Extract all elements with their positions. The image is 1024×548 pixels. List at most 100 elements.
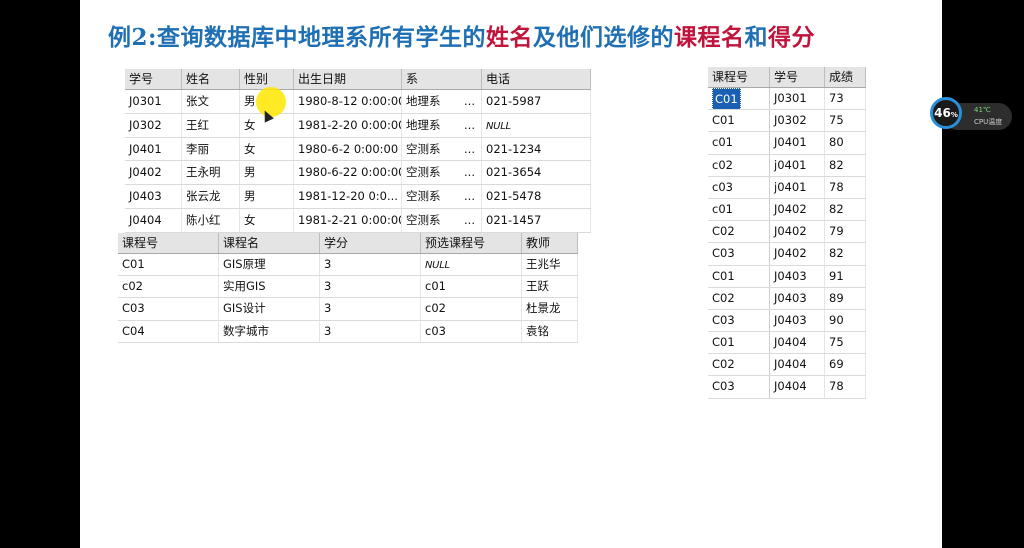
table-cell[interactable]: 69 <box>825 354 866 376</box>
column-header[interactable]: 出生日期 <box>294 69 402 89</box>
table-cell[interactable]: 男 <box>240 161 294 185</box>
table-cell[interactable]: J0403 <box>770 287 825 309</box>
table-cell[interactable]: C03 <box>708 309 770 332</box>
table-cell[interactable]: C01 <box>708 110 770 132</box>
table-row[interactable]: c01 J0401 80 <box>708 132 866 155</box>
table-cell[interactable]: 021-5478 <box>482 185 591 208</box>
table-row[interactable]: c01 J0402 82 <box>708 198 866 222</box>
table-cell[interactable]: c01 <box>708 132 770 154</box>
table-cell[interactable]: J0403 <box>770 309 825 332</box>
table-cell[interactable]: j0401 <box>770 154 825 176</box>
column-header[interactable]: 成绩 <box>825 67 866 87</box>
table-cell[interactable]: 张云龙 <box>182 185 240 208</box>
table-cell[interactable]: 75 <box>825 332 866 354</box>
table-cell[interactable]: NULL <box>482 113 591 137</box>
table-cell[interactable]: 1980-6-22 0:00:00 <box>294 161 402 185</box>
table-cell[interactable]: c03 <box>708 176 770 198</box>
table-row[interactable]: C01 J0404 75 <box>708 332 866 355</box>
table-cell[interactable]: 82 <box>825 154 866 176</box>
table-cell[interactable]: 78 <box>825 376 866 398</box>
table-cell[interactable]: 王兆华 <box>522 254 578 276</box>
table-cell[interactable]: 1981-2-20 0:00:00 <box>294 113 402 137</box>
table-cell[interactable]: c01 <box>421 276 522 298</box>
column-header[interactable]: 课程号 <box>118 233 219 253</box>
table-cell[interactable]: J0404 <box>770 376 825 398</box>
column-header[interactable]: 预选课程号 <box>421 233 522 253</box>
table-cell[interactable]: 地理系... <box>402 113 482 137</box>
table-cell[interactable]: 空测系... <box>402 208 482 232</box>
table-row[interactable]: C04 数字城市 3 c03 袁铭 <box>118 320 578 343</box>
table-row[interactable]: J0402 王永明男 1980-6-22 0:00:00 空测系... 021-3654 <box>125 161 591 186</box>
table-cell[interactable]: 女 <box>240 137 294 161</box>
table-row[interactable]: J0301 张文男 1980-8-12 0:00:00 地理系... 021-5987 <box>125 90 591 114</box>
table-cell[interactable]: C01 <box>708 88 770 110</box>
table-cell[interactable]: 张文 <box>182 90 240 113</box>
cpu-monitor-widget[interactable]: 46% 41℃ CPU温度 <box>930 97 1014 135</box>
column-header[interactable]: 课程号 <box>708 67 770 87</box>
table-cell[interactable]: 79 <box>825 221 866 243</box>
table-row[interactable]: c03 j0401 78 <box>708 176 866 199</box>
table-cell[interactable]: C01 <box>118 254 219 276</box>
column-header[interactable]: 学号 <box>770 67 825 87</box>
table-row[interactable]: J0302 王红女 1981-2-20 0:00:00 地理系... NULL <box>125 113 591 138</box>
table-cell[interactable]: J0403 <box>770 265 825 287</box>
table-row[interactable]: C01 J0302 75 <box>708 110 866 133</box>
table-row[interactable]: C02 J0403 89 <box>708 287 866 310</box>
table-cell[interactable]: 75 <box>825 110 866 132</box>
table-cell[interactable]: C03 <box>708 243 770 265</box>
table-cell[interactable]: 3 <box>320 254 421 276</box>
column-header[interactable]: 系 <box>402 69 482 89</box>
table-cell[interactable]: J0302 <box>770 110 825 132</box>
table-cell[interactable]: J0301 <box>770 88 825 110</box>
table-cell[interactable]: 实用GIS <box>219 276 320 298</box>
table-cell[interactable]: 3 <box>320 276 421 298</box>
table-cell[interactable]: c02 <box>421 298 522 320</box>
table-cell[interactable]: 90 <box>825 309 866 332</box>
table-row[interactable]: J0404 陈小红女 1981-2-21 0:00:00 空测系... 021-1457 <box>125 208 591 233</box>
table-cell[interactable]: 王红 <box>182 113 240 137</box>
table-cell[interactable]: 袁铭 <box>522 320 578 342</box>
table-cell[interactable]: C02 <box>708 221 770 243</box>
table-cell[interactable]: 王跃 <box>522 276 578 298</box>
table-cell[interactable]: c02 <box>118 276 219 298</box>
table-cell[interactable]: GIS设计 <box>219 298 320 320</box>
table-cell[interactable]: C02 <box>708 287 770 309</box>
table-cell[interactable]: 82 <box>825 243 866 265</box>
table-cell[interactable]: 数字城市 <box>219 320 320 342</box>
table-cell[interactable]: 021-5987 <box>482 90 591 113</box>
table-cell[interactable]: J0402 <box>770 243 825 265</box>
table-cell[interactable]: GIS原理 <box>219 254 320 276</box>
table-cell[interactable]: 80 <box>825 132 866 154</box>
table-row[interactable]: c02 j0401 82 <box>708 154 866 177</box>
table-cell[interactable]: 陈小红 <box>182 208 240 232</box>
table-row[interactable]: J0403 张云龙 男 1981-12-20 0:0... 空测系... 021-5478 <box>125 185 591 209</box>
table-cell[interactable]: 1981-2-21 0:00:00 <box>294 208 402 232</box>
table-cell[interactable]: 021-1457 <box>482 208 591 232</box>
table-row[interactable]: C03 J0402 82 <box>708 243 866 266</box>
table-cell[interactable]: 3 <box>320 320 421 342</box>
table-cell[interactable]: C01 <box>708 332 770 354</box>
table-cell[interactable]: 89 <box>825 287 866 309</box>
table-cell[interactable]: J0404 <box>125 208 182 232</box>
table-cell[interactable]: 73 <box>825 88 866 110</box>
table-cell[interactable]: J0301 <box>125 90 182 113</box>
table-cell[interactable]: 李丽 <box>182 137 240 161</box>
table-cell[interactable]: c01 <box>708 198 770 221</box>
column-header[interactable]: 学分 <box>320 233 421 253</box>
column-header[interactable]: 姓名 <box>182 69 240 89</box>
column-header[interactable]: 课程名 <box>219 233 320 253</box>
table-cell[interactable]: 82 <box>825 198 866 221</box>
table-cell[interactable]: 空测系... <box>402 185 482 208</box>
table-row[interactable]: C01 J0403 91 <box>708 265 866 288</box>
table-cell[interactable]: J0402 <box>125 161 182 185</box>
table-cell[interactable]: J0402 <box>770 221 825 243</box>
table-row[interactable]: C02 J0404 69 <box>708 354 866 377</box>
table-cell[interactable]: c02 <box>708 154 770 176</box>
table-row[interactable]: C03 GIS设计 3 c02 杜景龙 <box>118 298 578 321</box>
table-cell[interactable]: 1980-6-2 0:00:00 <box>294 137 402 161</box>
column-header[interactable]: 教师 <box>522 233 578 253</box>
table-cell[interactable]: 王永明 <box>182 161 240 185</box>
table-cell[interactable]: c03 <box>421 320 522 342</box>
table-cell[interactable]: J0401 <box>125 137 182 161</box>
table-cell[interactable]: J0402 <box>770 198 825 221</box>
